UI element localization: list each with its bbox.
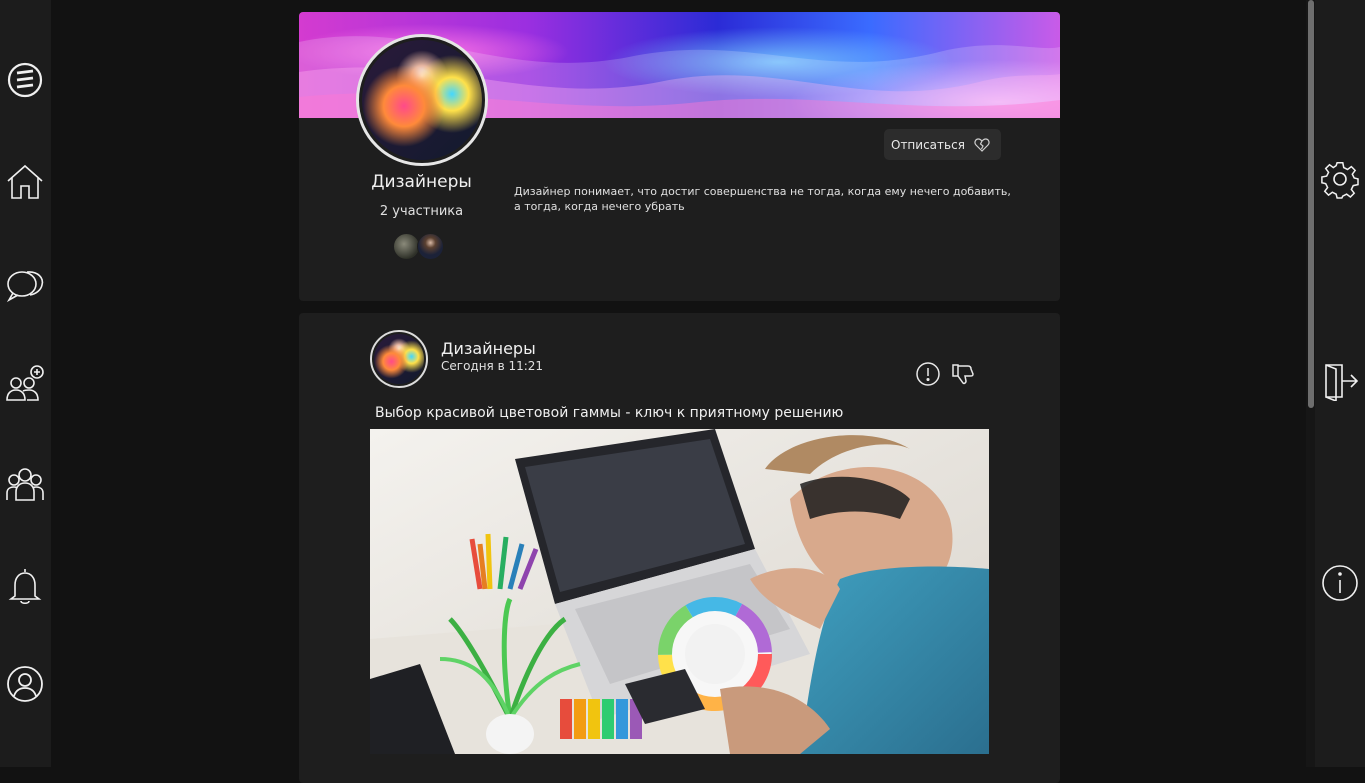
right-sidebar <box>1315 0 1365 767</box>
profile-icon[interactable] <box>5 664 45 704</box>
gear-icon[interactable] <box>1320 159 1360 199</box>
left-sidebar <box>0 0 51 767</box>
post-author-name[interactable]: Дизайнеры <box>441 339 536 358</box>
member-avatars <box>393 233 449 260</box>
group-description: Дизайнер понимает, что достиг совершенст… <box>514 185 1011 213</box>
home-icon[interactable] <box>5 162 45 202</box>
info-icon[interactable] <box>1320 563 1360 603</box>
report-icon[interactable] <box>915 361 941 387</box>
post-text: Выбор красивой цветовой гаммы - ключ к п… <box>375 405 844 421</box>
group-member-count[interactable]: 2 участника <box>349 204 494 219</box>
post-card: Дизайнеры Сегодня в 11:21 Выбор красивой… <box>299 313 1060 783</box>
group-avatar <box>356 34 488 166</box>
logout-icon[interactable] <box>1320 361 1360 403</box>
unsubscribe-button[interactable]: Отписаться <box>884 129 1001 160</box>
unsubscribe-label: Отписаться <box>891 137 965 152</box>
member-avatar[interactable] <box>393 233 420 260</box>
post-image[interactable] <box>370 429 989 754</box>
bell-icon[interactable] <box>5 566 45 606</box>
post-timestamp: Сегодня в 11:21 <box>441 359 544 373</box>
logo-icon[interactable] <box>5 60 45 100</box>
member-avatar[interactable] <box>417 233 444 260</box>
broken-heart-icon <box>974 137 990 152</box>
scrollbar-thumb[interactable] <box>1308 0 1314 408</box>
group-header-card: Дизайнеры 2 участника Отписаться Дизайне… <box>299 12 1060 301</box>
post-author-avatar[interactable] <box>370 330 428 388</box>
add-friend-icon[interactable] <box>5 364 45 404</box>
group-name: Дизайнеры <box>371 172 472 192</box>
groups-icon[interactable] <box>5 464 45 504</box>
dislike-icon[interactable] <box>950 361 976 387</box>
chat-icon[interactable] <box>5 264 45 304</box>
